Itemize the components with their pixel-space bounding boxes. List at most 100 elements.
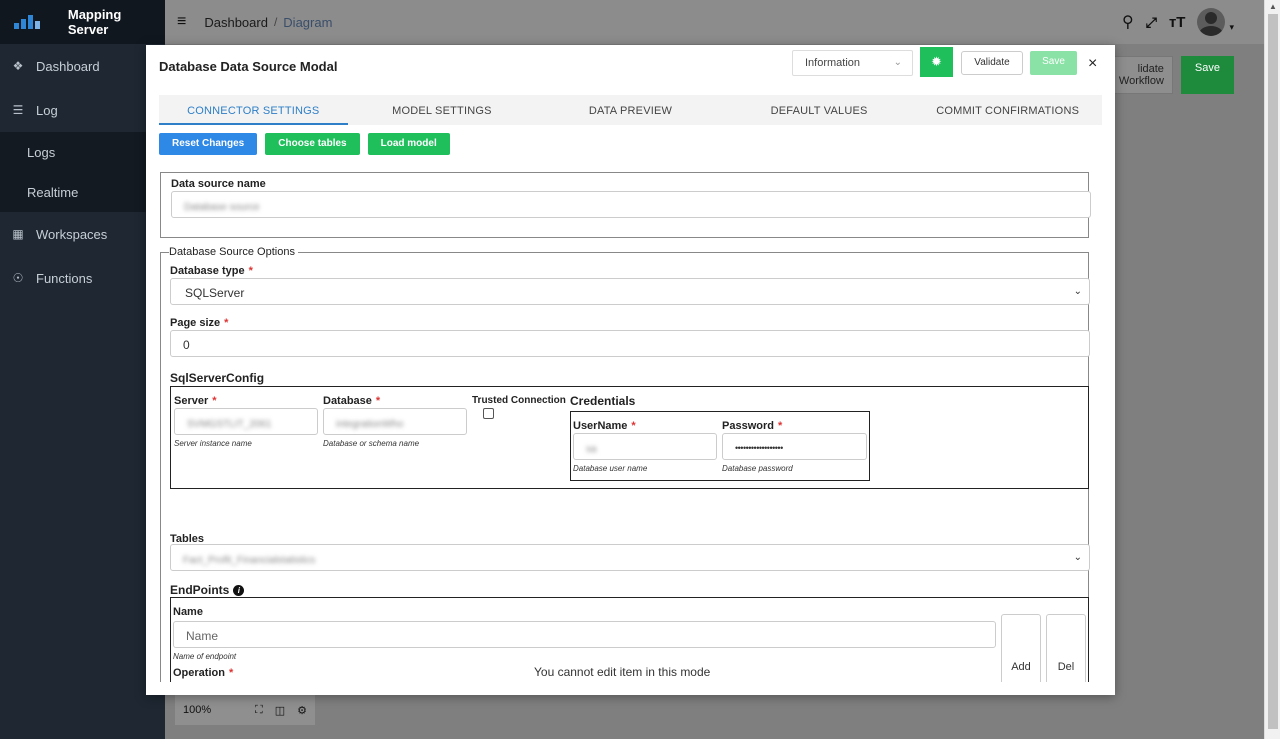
chevron-down-icon: ⌄ [1073,286,1082,297]
password-label: Password * [722,420,782,432]
username-value: sa [586,444,597,455]
debug-button[interactable]: ✹ [920,47,953,77]
close-icon[interactable]: × [1088,55,1097,73]
text-size-icon[interactable]: тT [1169,14,1186,31]
brand-header: Mapping Server [0,0,165,44]
sidebar-item-label: Log [36,102,58,118]
workflow-save-button[interactable]: Save [1180,56,1234,94]
sidebar-item-label: Workspaces [36,226,108,242]
database-input[interactable]: integrationWho [323,408,467,435]
page-size-label: Page size * [170,317,228,329]
modal-header: Database Data Source Modal Information ⌄… [146,45,1115,85]
trusted-connection-label: Trusted Connection [472,395,566,406]
data-source-name-value: Database source [184,202,260,213]
database-type-value: SQLServer [185,286,245,300]
top-tools: ⚲ ⤢ тT ▾ [1122,8,1234,36]
tab-data-preview[interactable]: DATA PREVIEW [536,95,725,125]
database-type-label-text: Database type [170,265,245,277]
tab-model-settings[interactable]: MODEL SETTINGS [348,95,537,125]
sidebar-item-log[interactable]: ☰ Log [0,88,165,132]
add-endpoint-button[interactable]: Add [1001,614,1041,682]
sidebar-submenu-log: Logs Realtime [0,132,165,212]
password-input[interactable]: •••••••••••••••••• [722,433,867,460]
save-button[interactable]: Save [1030,51,1077,75]
reset-changes-button[interactable]: Reset Changes [159,133,258,155]
tab-default-values[interactable]: DEFAULT VALUES [725,95,914,125]
sqlserver-config-title: SqlServerConfig [170,371,265,385]
credentials-title: Credentials [570,394,636,408]
tables-select[interactable]: Fact_Profit_Financialstatistics ⌄ [170,544,1090,571]
sidebar-item-functions[interactable]: ☉ Functions [0,256,165,300]
tables-value: Fact_Profit_Financialstatistics [183,555,316,566]
server-input[interactable]: SVMGSTLIT_2061 [174,408,318,435]
page-size-label-text: Page size [170,317,221,329]
username-hint: Database user name [573,464,648,473]
brand-title: Mapping Server [67,7,122,37]
page-size-input[interactable]: 0 [170,330,1090,357]
scroll-up-icon[interactable]: ▲ [1269,2,1277,11]
info-icon[interactable]: i [233,584,245,596]
modal-title: Database Data Source Modal [159,59,338,74]
data-source-name-label: Data source name [171,178,266,190]
load-model-button[interactable]: Load model [367,133,450,155]
trusted-connection-checkbox[interactable] [483,408,494,419]
list-icon: ☰ [12,103,24,117]
options-legend: Database Source Options [169,246,298,258]
sidebar-item-logs[interactable]: Logs [0,132,165,172]
server-label: Server * [174,395,217,407]
avatar[interactable] [1197,8,1226,36]
top-bar: ≡ Dashboard / Diagram ⚲ ⤢ тT ▾ [165,0,1264,44]
zoom-level[interactable]: 100% [183,704,243,716]
endpoints-heading: EndPoints i [170,583,245,597]
fullscreen-icon[interactable]: ⤢ [1146,14,1157,31]
required-marker: * [224,317,229,329]
server-hint: Server instance name [174,439,252,448]
readonly-mode-message: You cannot edit item in this mode [534,665,711,679]
modal-tabs: CONNECTOR SETTINGS MODEL SETTINGS DATA P… [159,95,1102,125]
username-input[interactable]: sa [573,433,717,460]
export-icon[interactable]: ◫ [275,704,285,717]
password-label-text: Password [722,420,774,432]
page-size-value: 0 [183,338,190,352]
tab-connector-settings[interactable]: CONNECTOR SETTINGS [159,95,348,125]
sidebar-item-realtime[interactable]: Realtime [0,172,165,212]
database-data-source-modal: Database Data Source Modal Information ⌄… [146,45,1115,695]
sidebar-item-label: Dashboard [36,58,100,74]
required-marker: * [212,395,217,407]
endpoint-name-input[interactable]: Name [173,621,996,648]
chevron-down-icon[interactable]: ▾ [1229,22,1234,33]
brand-logo-icon [14,15,44,29]
tab-commit-confirmations[interactable]: COMMIT CONFIRMATIONS [913,95,1102,125]
sidebar-item-workspaces[interactable]: ▦ Workspaces [0,212,165,256]
required-marker: * [375,395,381,407]
canvas-toolbar: 100% ⛶ ◫ ⚙ [175,695,315,725]
username-label-text: UserName [573,420,628,432]
password-value: •••••••••••••••••• [735,443,783,453]
fit-screen-icon[interactable]: ⛶ [255,704,263,717]
validate-button[interactable]: Validate [961,51,1023,75]
endpoint-name-label: Name [173,606,203,618]
sidebar-item-label: Logs [27,144,56,160]
required-marker: * [777,420,783,432]
database-type-select[interactable]: SQLServer ⌄ [170,278,1090,305]
data-source-name-input[interactable]: Database source [171,191,1091,218]
scrollbar-thumb[interactable] [1268,14,1278,729]
delete-endpoint-button[interactable]: Del [1046,614,1086,682]
page-scrollbar[interactable]: ▲ [1264,0,1280,739]
palette-icon: ❖ [12,59,24,73]
database-type-label: Database type * [170,265,253,277]
breadcrumb-separator: / [273,15,278,29]
chevron-down-icon: ⌄ [893,57,902,68]
log-level-select[interactable]: Information ⌄ [792,50,913,76]
menu-toggle-icon[interactable]: ≡ [177,13,186,31]
search-icon[interactable]: ⚲ [1122,12,1134,32]
choose-tables-button[interactable]: Choose tables [265,133,360,155]
sidebar-item-label: Functions [36,270,93,286]
credentials-box: UserName * sa Database user name Password… [570,411,870,481]
breadcrumb-home[interactable]: Dashboard [204,15,268,30]
chevron-down-icon: ⌄ [1073,552,1082,563]
gear-icon[interactable]: ⚙ [297,704,307,717]
endpoints-title: EndPoints [170,583,230,597]
password-hint: Database password [722,464,793,473]
sidebar-item-dashboard[interactable]: ❖ Dashboard [0,44,165,88]
